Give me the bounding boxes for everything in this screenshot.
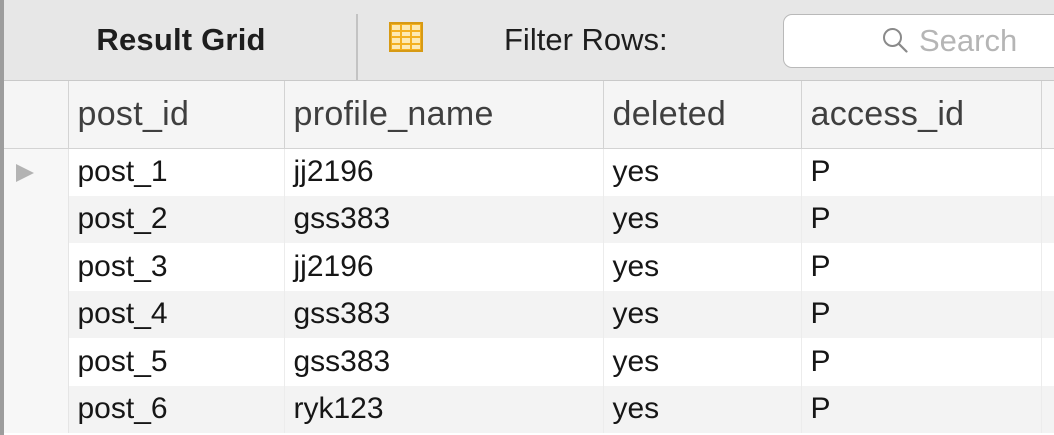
table-cell-filler <box>1041 148 1054 196</box>
result-grid-table: post_id profile_name deleted access_id p… <box>4 81 1054 433</box>
grid-view-icon[interactable] <box>389 22 423 52</box>
row-marker[interactable] <box>4 385 69 433</box>
table-cell[interactable]: gss383 <box>284 338 604 386</box>
column-header[interactable]: post_id <box>68 81 285 149</box>
table-cell[interactable]: P <box>801 243 1042 291</box>
table-row[interactable]: post_4 gss383 yes P <box>4 290 1054 338</box>
table-cell[interactable]: yes <box>603 385 802 433</box>
table-cell[interactable]: post_4 <box>68 290 285 338</box>
column-header[interactable]: profile_name <box>284 81 604 149</box>
table-cell[interactable]: P <box>801 195 1042 243</box>
tab-result-grid-label: Result Grid <box>96 22 266 57</box>
table-cell[interactable]: P <box>801 385 1042 433</box>
filter-rows-search-input[interactable] <box>919 21 1054 61</box>
table-cell[interactable]: jj2196 <box>284 243 604 291</box>
column-header-filler <box>1041 81 1054 149</box>
table-cell[interactable]: P <box>801 148 1042 196</box>
column-header[interactable]: deleted <box>603 81 802 149</box>
result-panel: Result Grid Filter Rows: Search post_id … <box>0 0 1054 435</box>
table-cell[interactable]: jj2196 <box>284 148 604 196</box>
table-cell[interactable]: yes <box>603 290 802 338</box>
current-row-pointer-icon <box>16 164 34 183</box>
table-cell[interactable]: post_3 <box>68 243 285 291</box>
tab-divider <box>356 14 358 80</box>
column-header[interactable]: access_id <box>801 81 1042 149</box>
row-marker[interactable] <box>4 195 69 243</box>
row-marker[interactable] <box>4 148 69 196</box>
table-cell[interactable]: yes <box>603 243 802 291</box>
table-cell-filler <box>1041 243 1054 291</box>
table-cell[interactable]: yes <box>603 338 802 386</box>
table-cell[interactable]: gss383 <box>284 195 604 243</box>
table-cell-filler <box>1041 290 1054 338</box>
row-marker[interactable] <box>4 338 69 386</box>
table-cell[interactable]: yes <box>603 148 802 196</box>
row-marker[interactable] <box>4 243 69 291</box>
filter-rows-label: Filter Rows: <box>504 22 668 57</box>
row-marker[interactable] <box>4 290 69 338</box>
table-cell[interactable]: post_1 <box>68 148 285 196</box>
table-cell[interactable]: P <box>801 290 1042 338</box>
table-row[interactable]: post_1 jj2196 yes P <box>4 148 1054 196</box>
table-row[interactable]: post_5 gss383 yes P <box>4 338 1054 386</box>
table-cell[interactable]: post_5 <box>68 338 285 386</box>
table-cell-filler <box>1041 385 1054 433</box>
search-icon <box>883 28 908 53</box>
tab-result-grid[interactable]: Result Grid <box>4 0 356 80</box>
table-cell-filler <box>1041 338 1054 386</box>
table-cell[interactable]: post_2 <box>68 195 285 243</box>
table-cell[interactable]: ryk123 <box>284 385 604 433</box>
table-cell-filler <box>1041 195 1054 243</box>
table-cell[interactable]: post_6 <box>68 385 285 433</box>
table-cell[interactable]: yes <box>603 195 802 243</box>
row-marker-header <box>4 81 69 149</box>
table-row[interactable]: post_6 ryk123 yes P <box>4 385 1054 433</box>
table-cell[interactable]: P <box>801 338 1042 386</box>
table-row[interactable]: post_2 gss383 yes P <box>4 195 1054 243</box>
table-cell[interactable]: gss383 <box>284 290 604 338</box>
result-toolbar: Result Grid Filter Rows: <box>4 0 1054 81</box>
filter-rows-search-box[interactable] <box>783 14 1054 68</box>
table-row[interactable]: post_3 jj2196 yes P <box>4 243 1054 291</box>
header-row: post_id profile_name deleted access_id <box>4 81 1054 149</box>
